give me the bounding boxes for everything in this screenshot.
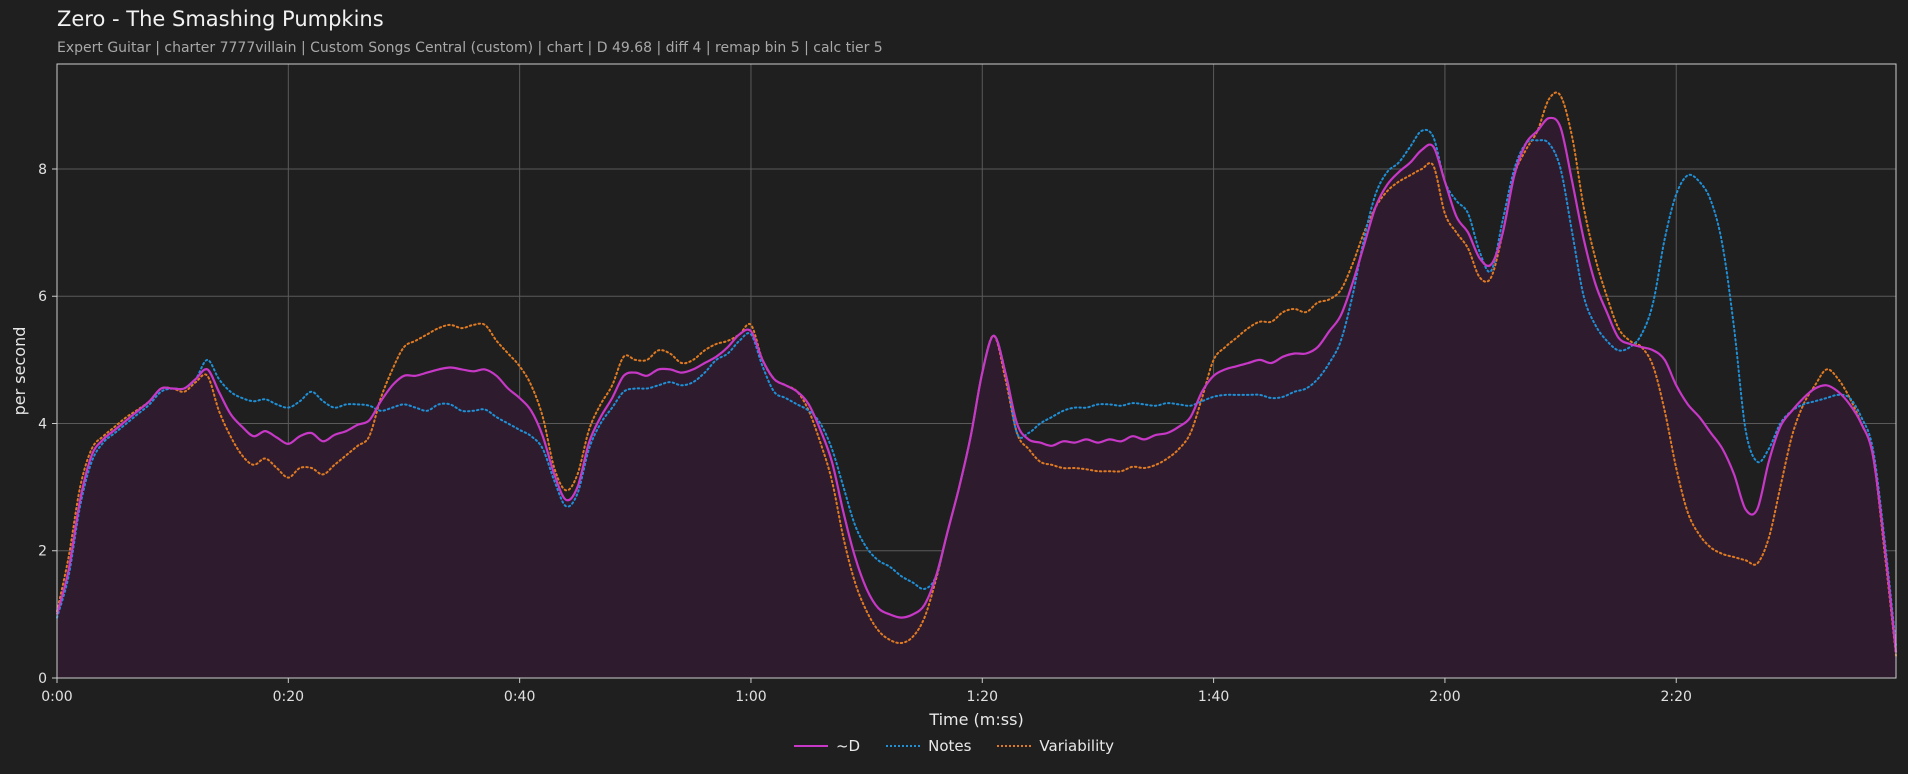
x-axis-title: Time (m:ss) [928,710,1023,729]
x-tick-label: 0:20 [273,689,304,705]
legend-swatch [997,745,1032,747]
legend: ~D Notes Variability [0,737,1908,755]
x-tick-label: 2:00 [1429,689,1460,705]
legend-item: Notes [886,737,971,755]
y-tick-label: 8 [38,162,47,178]
x-tick-label: 1:00 [735,689,766,705]
y-tick-label: 4 [38,416,47,432]
chart-svg: 0:00 0:20 0:40 1:00 1:20 1:40 2:00 2:20 0 2 4 6 8 Ti… [10,63,1898,729]
x-tick-label: 1:20 [967,689,998,705]
y-axis-title: per second [10,327,29,416]
legend-label: Variability [1039,737,1115,755]
x-tick-label: 0:00 [41,689,72,705]
legend-swatch [793,745,828,747]
x-tick-label: 2:20 [1661,689,1692,705]
x-tick-label: 1:40 [1198,689,1229,705]
legend-label: Notes [928,737,972,755]
legend-item: Variability [997,737,1114,755]
legend-swatch [886,745,921,747]
legend-label: ~D [835,737,861,755]
legend-item: ~D [793,737,861,755]
y-tick-label: 2 [38,544,47,560]
y-tick-label: 0 [38,671,47,687]
x-tick-label: 0:40 [504,689,535,705]
y-tick-label: 6 [38,289,47,305]
